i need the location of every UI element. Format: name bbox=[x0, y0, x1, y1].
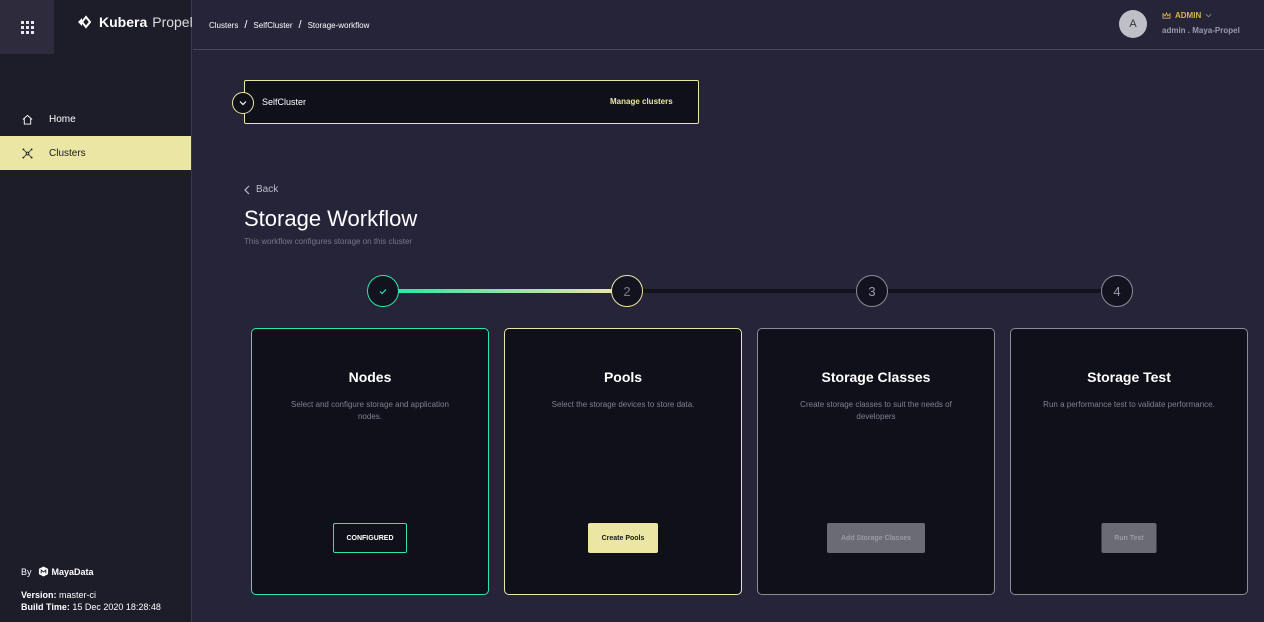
card-title: Nodes bbox=[348, 369, 392, 385]
sidebar: Kubera Propel Home Clusters By MayaData V… bbox=[0, 0, 193, 622]
storage-classes-card: Storage Classes Create storage classes t… bbox=[757, 328, 995, 595]
mayadata-icon bbox=[38, 566, 48, 577]
grid-icon bbox=[20, 20, 34, 34]
logo-bold: Kubera bbox=[99, 14, 148, 30]
card-description: Create storage classes to suit the needs… bbox=[800, 400, 952, 421]
stepper-line-2 bbox=[643, 289, 856, 293]
back-label: Back bbox=[256, 184, 279, 195]
step-4-circle: 4 bbox=[1101, 275, 1133, 307]
breadcrumb: Clusters / SelfCluster / Storage-workflo… bbox=[209, 19, 369, 31]
sidebar-item-home[interactable]: Home bbox=[0, 102, 191, 136]
chevron-down-icon bbox=[239, 101, 247, 106]
step-2-circle: 2 bbox=[611, 275, 643, 307]
pools-card: Pools Select the storage devices to stor… bbox=[504, 328, 742, 595]
create-pools-button[interactable]: Create Pools bbox=[588, 523, 658, 553]
top-header: Clusters / SelfCluster / Storage-workflo… bbox=[193, 0, 1264, 50]
step-1-circle bbox=[367, 275, 399, 307]
card-title: Pools bbox=[603, 369, 643, 385]
back-link[interactable]: Back bbox=[244, 184, 278, 195]
build-label: Build Time: bbox=[21, 602, 70, 612]
avatar[interactable]: A bbox=[1119, 10, 1147, 38]
sidebar-item-clusters[interactable]: Clusters bbox=[0, 136, 191, 170]
stepper-line-1 bbox=[398, 289, 612, 293]
storage-test-card: Storage Test Run a performance test to v… bbox=[1010, 328, 1248, 595]
version-label: Version: bbox=[21, 590, 57, 600]
manage-clusters-link[interactable]: Manage clusters bbox=[610, 97, 673, 106]
kubera-logo-icon bbox=[78, 15, 92, 29]
card-description: Select and configure storage and applica… bbox=[291, 400, 449, 421]
step-3-circle: 3 bbox=[856, 275, 888, 307]
mayadata-logo[interactable]: MayaData bbox=[38, 566, 94, 577]
page-subtitle: This workflow configures storage on this… bbox=[244, 237, 413, 246]
card-description: Select the storage devices to store data… bbox=[551, 400, 695, 409]
company-name: MayaData bbox=[51, 566, 94, 577]
cluster-dropdown-toggle[interactable] bbox=[232, 92, 254, 114]
check-icon bbox=[379, 288, 387, 294]
chevron-left-icon bbox=[244, 185, 250, 194]
sidebar-footer: By MayaData Version: master-ci Build Tim… bbox=[21, 566, 161, 613]
card-description: Run a performance test to validate perfo… bbox=[1043, 400, 1215, 409]
page-title: Storage Workflow bbox=[244, 206, 418, 231]
breadcrumb-separator: / bbox=[298, 19, 302, 31]
app-grid-button[interactable] bbox=[0, 0, 54, 54]
crown-icon bbox=[1162, 12, 1171, 19]
chevron-down-icon bbox=[1205, 13, 1212, 18]
card-title: Storage Classes bbox=[821, 369, 931, 385]
user-name: admin . Maya-Propel bbox=[1162, 26, 1240, 35]
add-storage-classes-button[interactable]: Add Storage Classes bbox=[827, 523, 925, 553]
stepper-line-3 bbox=[888, 289, 1101, 293]
breadcrumb-clusters[interactable]: Clusters bbox=[209, 21, 238, 30]
breadcrumb-storage-workflow: Storage-workflow bbox=[307, 20, 370, 30]
user-menu[interactable]: ADMIN admin . Maya-Propel bbox=[1162, 11, 1240, 35]
configured-button[interactable]: CONFIGURED bbox=[333, 523, 407, 553]
sidebar-nav: Home Clusters bbox=[0, 102, 191, 170]
sidebar-item-label: Clusters bbox=[49, 147, 86, 159]
breadcrumb-separator: / bbox=[244, 19, 248, 31]
logo-light: Propel bbox=[152, 14, 193, 30]
nodes-card: Nodes Select and configure storage and a… bbox=[251, 328, 489, 595]
by-label: By bbox=[21, 566, 32, 577]
home-icon bbox=[22, 114, 33, 125]
logo[interactable]: Kubera Propel bbox=[78, 14, 193, 30]
build-time-value: 15 Dec 2020 18:28:48 bbox=[72, 602, 161, 612]
card-title: Storage Test bbox=[1087, 369, 1171, 385]
run-test-button[interactable]: Run Test bbox=[1101, 523, 1157, 553]
version-value: master-ci bbox=[59, 590, 97, 600]
sidebar-item-label: Home bbox=[49, 113, 76, 125]
user-role: ADMIN bbox=[1175, 11, 1202, 20]
cluster-name: SelfCluster bbox=[262, 97, 307, 107]
cluster-icon bbox=[22, 147, 33, 159]
breadcrumb-selfcluster[interactable]: SelfCluster bbox=[253, 21, 292, 30]
